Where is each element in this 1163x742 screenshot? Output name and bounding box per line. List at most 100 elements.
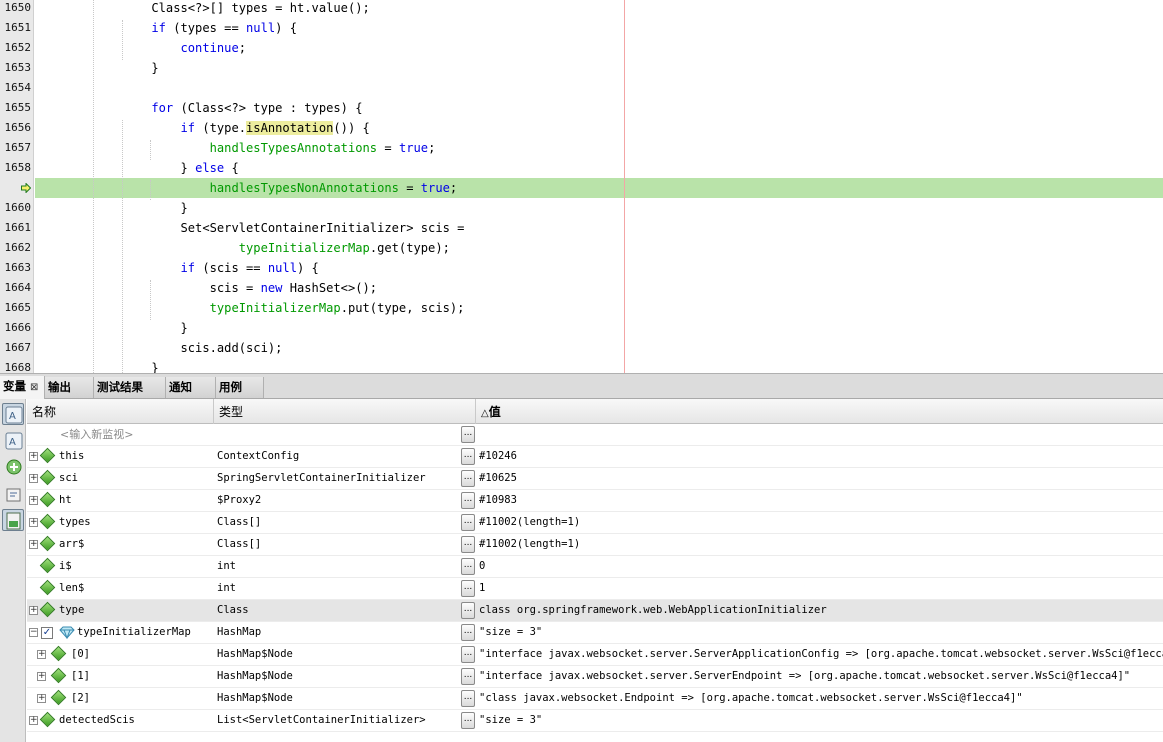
code-editor[interactable]: 1650 1651 1652 1653 1654 1655 1656 1657 1658 1660…	[0, 0, 1163, 373]
variable-value[interactable]: class org.springframework.web.WebApplica…	[479, 600, 827, 621]
variable-row[interactable]: + type Class... class org.springframework.w…	[27, 600, 1163, 622]
variable-value[interactable]: 0	[479, 556, 485, 577]
variable-row[interactable]: + this ContextConfig... #10246	[27, 446, 1163, 468]
line-number[interactable]: 1656	[0, 118, 33, 138]
code-line[interactable]: continue;	[35, 38, 1163, 58]
edit-value-button[interactable]: ...	[461, 646, 475, 663]
new-watch-placeholder[interactable]: <输入新监视>	[60, 424, 133, 445]
edit-value-button[interactable]: ...	[461, 690, 475, 707]
line-number[interactable]: 1665	[0, 298, 33, 318]
pin-watch-checkbox[interactable]: ✓	[41, 627, 53, 639]
column-header-name[interactable]: 名称	[27, 399, 214, 424]
edit-value-button[interactable]: ...	[461, 426, 475, 443]
variable-value[interactable]: #10983	[479, 490, 517, 511]
expand-toggle-icon[interactable]: +	[29, 606, 38, 615]
edit-value-button[interactable]: ...	[461, 470, 475, 487]
expand-toggle-icon[interactable]: +	[37, 650, 46, 659]
line-number[interactable]: 1666	[0, 318, 33, 338]
collapse-toggle-icon[interactable]: −	[29, 628, 38, 637]
variable-row[interactable]: + sci SpringServletContainerInitializer...…	[27, 468, 1163, 490]
variable-value[interactable]: #10246	[479, 446, 517, 467]
expand-toggle-icon[interactable]: +	[37, 694, 46, 703]
new-watch-row[interactable]: <输入新监视>...	[27, 424, 1163, 446]
expand-toggle-icon[interactable]: +	[29, 474, 38, 483]
code-line[interactable]: scis = new HashSet<>();	[35, 278, 1163, 298]
variable-row[interactable]: i$ int... 0	[27, 556, 1163, 578]
line-number-gutter[interactable]: 1650 1651 1652 1653 1654 1655 1656 1657 1658 1660…	[0, 0, 34, 373]
expand-toggle-icon[interactable]: +	[29, 540, 38, 549]
line-number[interactable]: 1650	[0, 0, 33, 18]
current-execution-line[interactable]: handlesTypesNonAnnotations = true;	[35, 178, 1163, 198]
show-watches-button[interactable]: A	[2, 429, 24, 451]
variable-row[interactable]: + detectedScis List<ServletContainerInitia…	[27, 710, 1163, 732]
variable-row[interactable]: + [2] HashMap$Node... "class javax.websocke…	[27, 688, 1163, 710]
variable-row[interactable]: + ht $Proxy2... #10983	[27, 490, 1163, 512]
expand-toggle-icon[interactable]: +	[29, 518, 38, 527]
code-line[interactable]: typeInitializerMap.put(type, scis);	[35, 298, 1163, 318]
edit-value-button[interactable]: ...	[461, 602, 475, 619]
edit-value-button[interactable]: ...	[461, 668, 475, 685]
variable-value[interactable]: "interface javax.websocket.server.Server…	[479, 666, 1130, 687]
variable-row[interactable]: + arr$ Class[]... #11002(length=1)	[27, 534, 1163, 556]
variable-value[interactable]: "class javax.websocket.Endpoint => [org.…	[479, 688, 1023, 709]
code-line[interactable]: for (Class<?> type : types) {	[35, 98, 1163, 118]
tab-test-results[interactable]: 测试结果	[94, 377, 166, 398]
line-number[interactable]: 1657	[0, 138, 33, 158]
expand-toggle-icon[interactable]: +	[29, 716, 38, 725]
tab-output[interactable]: 输出	[45, 377, 94, 398]
edit-value-button[interactable]: ...	[461, 492, 475, 509]
code-line[interactable]: typeInitializerMap.get(type);	[35, 238, 1163, 258]
edit-value-button[interactable]: ...	[461, 448, 475, 465]
variable-row[interactable]: + [0] HashMap$Node... "interface javax.webs…	[27, 644, 1163, 666]
line-number[interactable]: 1654	[0, 78, 33, 98]
line-number[interactable]: 1652	[0, 38, 33, 58]
variable-value[interactable]: #11002(length=1)	[479, 534, 580, 555]
expand-toggle-icon[interactable]: +	[37, 672, 46, 681]
show-static-button[interactable]	[2, 509, 24, 531]
column-header-type[interactable]: 类型	[214, 399, 476, 424]
variable-value[interactable]: "interface javax.websocket.server.Server…	[479, 644, 1163, 665]
line-number[interactable]: 1655	[0, 98, 33, 118]
tab-notifications[interactable]: 通知	[166, 377, 216, 398]
line-number[interactable]: 1661	[0, 218, 33, 238]
code-line[interactable]: }	[35, 318, 1163, 338]
edit-value-button[interactable]: ...	[461, 558, 475, 575]
code-line[interactable]: }	[35, 358, 1163, 373]
variable-value[interactable]: "size = 3"	[479, 622, 542, 643]
variable-row[interactable]: + types Class[]... #11002(length=1)	[27, 512, 1163, 534]
code-line[interactable]: Class<?>[] types = ht.value();	[35, 0, 1163, 18]
code-line[interactable]: if (type.isAnnotation()) {	[35, 118, 1163, 138]
edit-value-button[interactable]: ...	[461, 514, 475, 531]
variable-value[interactable]: #10625	[479, 468, 517, 489]
variable-row[interactable]: − ✓ typeInitializerMap HashMap... "size = 3"	[27, 622, 1163, 644]
tab-close-icon[interactable]: ⊠	[30, 382, 38, 393]
line-number[interactable]: 1660	[0, 198, 33, 218]
expand-toggle-icon[interactable]: +	[29, 496, 38, 505]
code-line[interactable]	[35, 78, 1163, 98]
line-number[interactable]: 1664	[0, 278, 33, 298]
code-line[interactable]: if (scis == null) {	[35, 258, 1163, 278]
edit-value-button[interactable]: ...	[461, 624, 475, 641]
variable-row[interactable]: len$ int... 1	[27, 578, 1163, 600]
column-header-value[interactable]: △值	[476, 399, 1163, 424]
variable-value[interactable]: #11002(length=1)	[479, 512, 580, 533]
code-line[interactable]: Set<ServletContainerInitializer> scis =	[35, 218, 1163, 238]
variable-row[interactable]: + [1] HashMap$Node... "interface javax.webs…	[27, 666, 1163, 688]
code-line[interactable]: }	[35, 58, 1163, 78]
tab-use-cases[interactable]: 用例	[216, 377, 264, 398]
line-number[interactable]: 1651	[0, 18, 33, 38]
line-number[interactable]: 1667	[0, 338, 33, 358]
line-number[interactable]	[0, 178, 33, 198]
variable-value[interactable]: 1	[479, 578, 485, 599]
code-line[interactable]: handlesTypesAnnotations = true;	[35, 138, 1163, 158]
variable-value[interactable]: "size = 3"	[479, 710, 542, 731]
watch-variables-button[interactable]: A	[2, 403, 24, 425]
line-number[interactable]: 1653	[0, 58, 33, 78]
add-watch-button[interactable]	[2, 455, 24, 477]
line-number[interactable]: 1668	[0, 358, 33, 373]
expand-toggle-icon[interactable]: +	[29, 452, 38, 461]
line-number[interactable]: 1658	[0, 158, 33, 178]
code-line[interactable]: scis.add(sci);	[35, 338, 1163, 358]
line-number[interactable]: 1663	[0, 258, 33, 278]
code-line[interactable]: if (types == null) {	[35, 18, 1163, 38]
